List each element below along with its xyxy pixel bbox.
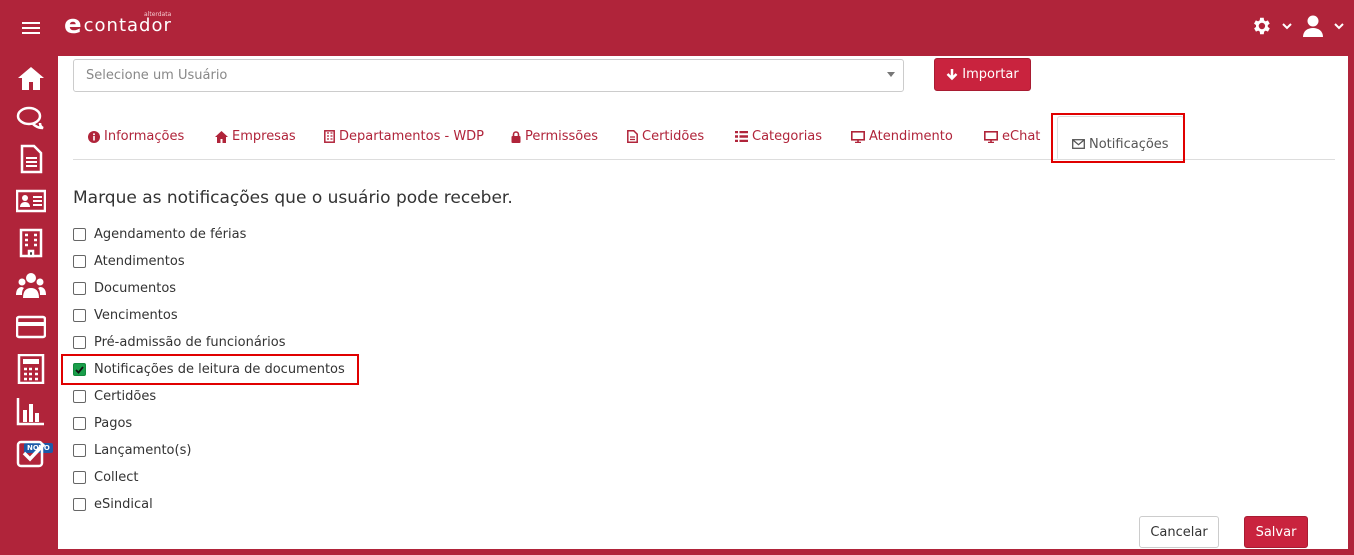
monitor-icon — [984, 130, 998, 143]
lock-icon — [511, 130, 521, 143]
option-label: Pagos — [94, 416, 133, 431]
checkbox[interactable] — [73, 417, 86, 430]
tab-label: Permissões — [525, 129, 599, 144]
tab-label: Informações — [104, 129, 185, 144]
option-collect[interactable]: Collect — [73, 470, 139, 485]
option-certidoes[interactable]: Certidões — [73, 389, 156, 404]
logo: e contador alterdata — [64, 10, 172, 40]
option-agendamento-ferias[interactable]: Agendamento de férias — [73, 227, 246, 242]
gear-icon[interactable] — [1250, 15, 1272, 37]
option-label: Atendimentos — [94, 254, 185, 269]
tab-departamentos[interactable]: Departamentos - WDP — [324, 129, 484, 144]
building-icon — [324, 130, 335, 143]
tab-bar: Informações Empresas Departamentos - WDP… — [73, 116, 1335, 160]
option-atendimentos[interactable]: Atendimentos — [73, 254, 185, 269]
home-icon — [215, 130, 228, 143]
menu-icon[interactable] — [22, 22, 40, 34]
option-label: eSindical — [94, 497, 153, 512]
chevron-down-icon[interactable] — [1334, 22, 1344, 30]
option-label: Agendamento de férias — [94, 227, 247, 242]
top-bar: e contador alterdata — [0, 0, 1354, 56]
tab-notificacoes[interactable]: Notificações — [1057, 116, 1184, 159]
tab-label: Certidões — [642, 129, 705, 144]
checkbox[interactable] — [73, 255, 86, 268]
building-icon[interactable] — [16, 228, 46, 258]
option-label: Collect — [94, 470, 139, 485]
option-label: Notificações de leitura de documentos — [94, 362, 345, 377]
sidebar: NOVO — [0, 56, 58, 555]
tab-atendimento[interactable]: Atendimento — [851, 129, 953, 144]
option-label: Documentos — [94, 281, 177, 296]
info-circle-icon — [88, 130, 100, 143]
logo-letter: e — [64, 10, 82, 40]
id-card-icon[interactable] — [16, 186, 46, 216]
checkbox[interactable] — [73, 228, 86, 241]
envelope-icon — [1072, 139, 1085, 149]
document-icon — [627, 130, 638, 143]
notifications-intro: Marque as notificações que o usuário pod… — [73, 188, 513, 208]
option-label: Pré-admissão de funcionários — [94, 335, 286, 350]
option-pagos[interactable]: Pagos — [73, 416, 132, 431]
tab-label: Notificações — [1089, 136, 1169, 152]
tab-certidoes[interactable]: Certidões — [627, 129, 704, 144]
tab-informacoes[interactable]: Informações — [88, 129, 184, 144]
checkbox[interactable] — [73, 282, 86, 295]
monitor-icon — [851, 130, 865, 143]
option-leitura-documentos[interactable]: Notificações de leitura de documentos — [73, 362, 345, 377]
cancel-button[interactable]: Cancelar — [1139, 516, 1219, 548]
calculator-icon[interactable] — [16, 354, 46, 384]
option-pre-admissao[interactable]: Pré-admissão de funcionários — [73, 335, 286, 350]
option-label: Vencimentos — [94, 308, 178, 323]
home-icon[interactable] — [16, 64, 46, 94]
tab-echat[interactable]: eChat — [984, 129, 1040, 144]
checkbox-checked[interactable] — [73, 363, 86, 376]
option-label: Lançamento(s) — [94, 443, 192, 458]
checkbox[interactable] — [73, 471, 86, 484]
document-icon[interactable] — [16, 144, 46, 174]
tab-label: Departamentos - WDP — [339, 129, 485, 144]
option-esindical[interactable]: eSindical — [73, 497, 153, 512]
user-select[interactable]: Selecione um Usuário — [73, 59, 904, 92]
caret-down-icon — [887, 72, 895, 77]
import-button-label: Importar — [962, 67, 1019, 82]
user-select-placeholder: Selecione um Usuário — [86, 68, 228, 83]
tab-label: Empresas — [232, 129, 296, 144]
checkbox[interactable] — [73, 444, 86, 457]
checkbox[interactable] — [73, 390, 86, 403]
check-icon — [75, 365, 84, 374]
users-icon[interactable] — [16, 270, 46, 300]
check-square-icon[interactable] — [16, 438, 46, 468]
tab-label: eChat — [1002, 129, 1041, 144]
option-documentos[interactable]: Documentos — [73, 281, 176, 296]
tab-label: Atendimento — [869, 129, 953, 144]
user-icon[interactable] — [1302, 14, 1324, 38]
save-button[interactable]: Salvar — [1244, 516, 1308, 548]
arrow-down-icon — [946, 68, 958, 80]
option-lancamentos[interactable]: Lançamento(s) — [73, 443, 191, 458]
logo-text: contador — [83, 15, 172, 36]
checkbox[interactable] — [73, 336, 86, 349]
checkbox[interactable] — [73, 309, 86, 322]
list-icon — [735, 131, 748, 142]
chevron-down-icon[interactable] — [1282, 22, 1292, 30]
import-button[interactable]: Importar — [934, 58, 1031, 91]
credit-card-icon[interactable] — [16, 312, 46, 342]
tab-permissoes[interactable]: Permissões — [511, 129, 598, 144]
checkbox[interactable] — [73, 498, 86, 511]
bar-chart-icon[interactable] — [16, 396, 46, 426]
chat-icon[interactable] — [16, 104, 46, 134]
logo-sub: alterdata — [144, 11, 172, 18]
option-vencimentos[interactable]: Vencimentos — [73, 308, 178, 323]
content-panel: Selecione um Usuário Importar Informaçõe… — [58, 56, 1348, 549]
tab-categorias[interactable]: Categorias — [735, 129, 822, 144]
tab-label: Categorias — [752, 129, 823, 144]
option-label: Certidões — [94, 389, 157, 404]
tab-empresas[interactable]: Empresas — [215, 129, 296, 144]
